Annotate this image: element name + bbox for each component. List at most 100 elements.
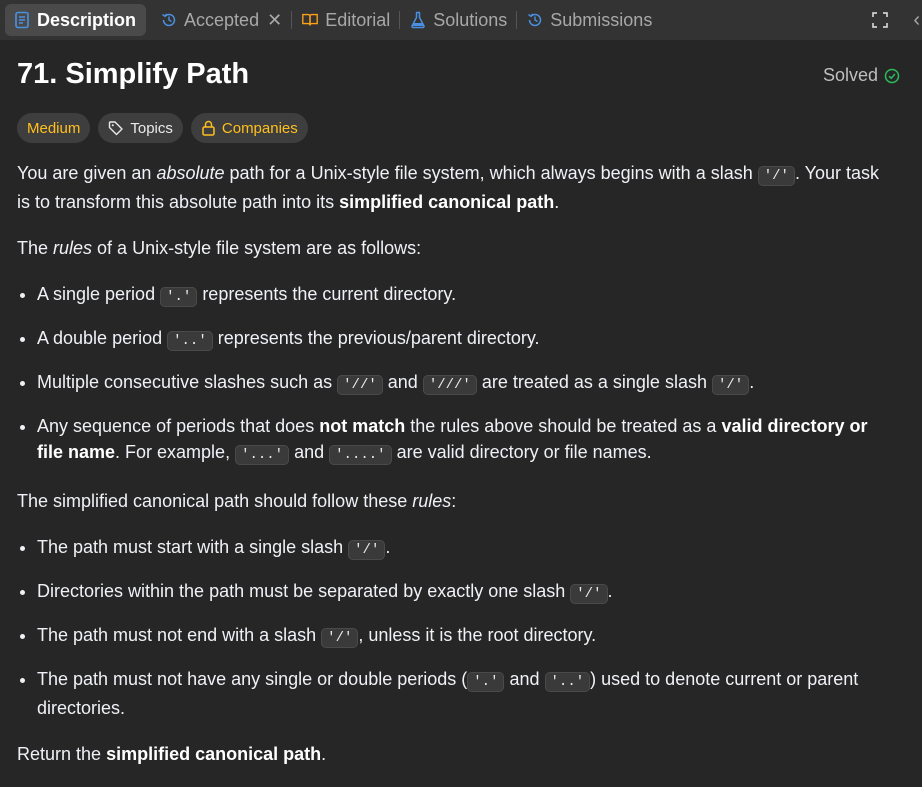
tab-description[interactable]: Description: [5, 4, 147, 36]
canonical-rules-list: The path must start with a single slash …: [17, 534, 892, 721]
text-span: A single period: [37, 284, 161, 304]
text-span: . For example,: [115, 442, 236, 462]
text-span: .: [749, 372, 755, 392]
topics-label: Topics: [130, 119, 173, 137]
tab-submissions[interactable]: Submissions: [518, 4, 660, 36]
code-snippet: '///': [422, 375, 477, 395]
list-item: Directories within the path must be sepa…: [37, 578, 892, 607]
text-span: and: [289, 442, 330, 462]
text-span: .: [321, 744, 327, 764]
text-span: rules: [53, 238, 93, 258]
text-span: are treated as a single slash: [476, 372, 712, 392]
text-span: and: [504, 669, 545, 689]
problem-title[interactable]: 71. Simplify Path: [17, 58, 249, 91]
solved-status: Solved: [823, 65, 900, 86]
book-icon: [301, 11, 319, 29]
text-span: path for a Unix-style file system, which…: [224, 163, 758, 183]
intro-paragraph: You are given an absolute path for a Uni…: [17, 160, 892, 215]
text-span: , unless it is the root directory.: [358, 625, 597, 645]
tab-editorial[interactable]: Editorial: [293, 4, 398, 36]
lock-icon: [202, 120, 215, 136]
topics-button[interactable]: Topics: [98, 113, 183, 143]
tab-solutions[interactable]: Solutions: [401, 4, 515, 36]
text-span: Return the: [17, 744, 107, 764]
text-span: The path must not end with a slash: [37, 625, 322, 645]
list-item: A single period '.' represents the curre…: [37, 281, 892, 310]
code-snippet: '..': [544, 672, 591, 692]
text-span: Any sequence of periods that does: [37, 416, 320, 436]
canonical-rules-intro: The simplified canonical path should fol…: [17, 488, 892, 514]
difficulty-badge: Medium: [17, 113, 91, 143]
list-item: The path must not end with a slash '/', …: [37, 622, 892, 651]
code-snippet: '//': [337, 375, 383, 395]
code-snippet: '.': [160, 287, 198, 307]
text-span: rules: [412, 491, 452, 511]
tab-description-label: Description: [37, 9, 137, 30]
text-span: the rules above should be treated as a: [405, 416, 722, 436]
tab-divider: [291, 11, 293, 29]
problem-tags: Medium Topics Companies: [17, 113, 308, 143]
text-span: .: [554, 192, 560, 212]
code-snippet: '/': [757, 166, 795, 186]
text-span: The: [17, 238, 54, 258]
return-paragraph: Return the simplified canonical path.: [17, 741, 892, 767]
text-span: simplified canonical path: [339, 192, 555, 212]
rules-list: A single period '.' represents the curre…: [17, 281, 892, 468]
tab-accepted-label: Accepted: [184, 9, 260, 30]
text-span: are valid directory or file names.: [391, 442, 652, 462]
list-item: The path must start with a single slash …: [37, 534, 892, 563]
tag-icon: [109, 121, 124, 136]
tab-accepted[interactable]: Accepted ✕: [152, 4, 290, 36]
code-snippet: '/': [711, 375, 750, 395]
companies-button[interactable]: Companies: [190, 113, 308, 143]
text-span: A double period: [37, 328, 168, 348]
text-span: You are given an: [17, 163, 157, 183]
text-span: Directories within the path must be sepa…: [37, 581, 571, 601]
solved-label: Solved: [822, 65, 878, 85]
list-item: A double period '..' represents the prev…: [37, 325, 892, 354]
close-icon[interactable]: ✕: [267, 10, 282, 31]
text-span: represents the current directory.: [197, 284, 457, 304]
tab-editorial-label: Editorial: [325, 9, 391, 30]
expand-icon[interactable]: [870, 10, 890, 30]
code-snippet: '.': [467, 672, 505, 692]
history-icon: [526, 11, 544, 29]
text-span: Multiple consecutive slashes such as: [37, 372, 338, 392]
tab-bar: Description Accepted ✕ Editorial Solutio…: [0, 0, 922, 40]
check-circle-icon: [884, 68, 900, 83]
code-snippet: '/': [321, 628, 359, 648]
text-span: absolute: [156, 163, 225, 183]
flask-icon: [409, 11, 427, 29]
text-span: not match: [319, 416, 406, 436]
text-span: represents the previous/parent directory…: [212, 328, 540, 348]
companies-label: Companies: [221, 119, 298, 137]
tab-solutions-label: Solutions: [433, 9, 508, 30]
tab-divider: [516, 11, 518, 29]
list-item: Multiple consecutive slashes such as '//…: [37, 369, 892, 398]
tab-divider: [399, 11, 401, 29]
list-item: The path must not have any single or dou…: [37, 666, 892, 721]
description-icon: [13, 11, 31, 29]
text-span: The path must not have any single or dou…: [37, 669, 468, 689]
chevron-left-icon[interactable]: ‹: [913, 9, 920, 32]
code-snippet: '/': [348, 540, 386, 560]
text-span: The simplified canonical path should fol…: [17, 491, 413, 511]
text-span: of a Unix-style file system are as follo…: [92, 238, 422, 258]
text-span: .: [385, 537, 391, 557]
code-snippet: '...': [235, 445, 290, 465]
tab-submissions-label: Submissions: [550, 9, 653, 30]
difficulty-label: Medium: [27, 119, 81, 137]
text-span: .: [607, 581, 613, 601]
problem-statement: You are given an absolute path for a Uni…: [17, 160, 892, 787]
code-snippet: '..': [167, 331, 213, 351]
text-span: and: [382, 372, 423, 392]
rules-intro: The rules of a Unix-style file system ar…: [17, 235, 892, 261]
history-icon: [160, 11, 178, 29]
problem-description-panel: 71. Simplify Path Solved Medium Topics C…: [0, 40, 922, 764]
code-snippet: '....': [329, 445, 392, 465]
code-snippet: '/': [570, 584, 608, 604]
list-item: Any sequence of periods that does not ma…: [37, 413, 892, 468]
text-span: :: [451, 491, 457, 511]
text-span: simplified canonical path: [106, 744, 322, 764]
text-span: The path must start with a single slash: [37, 537, 349, 557]
